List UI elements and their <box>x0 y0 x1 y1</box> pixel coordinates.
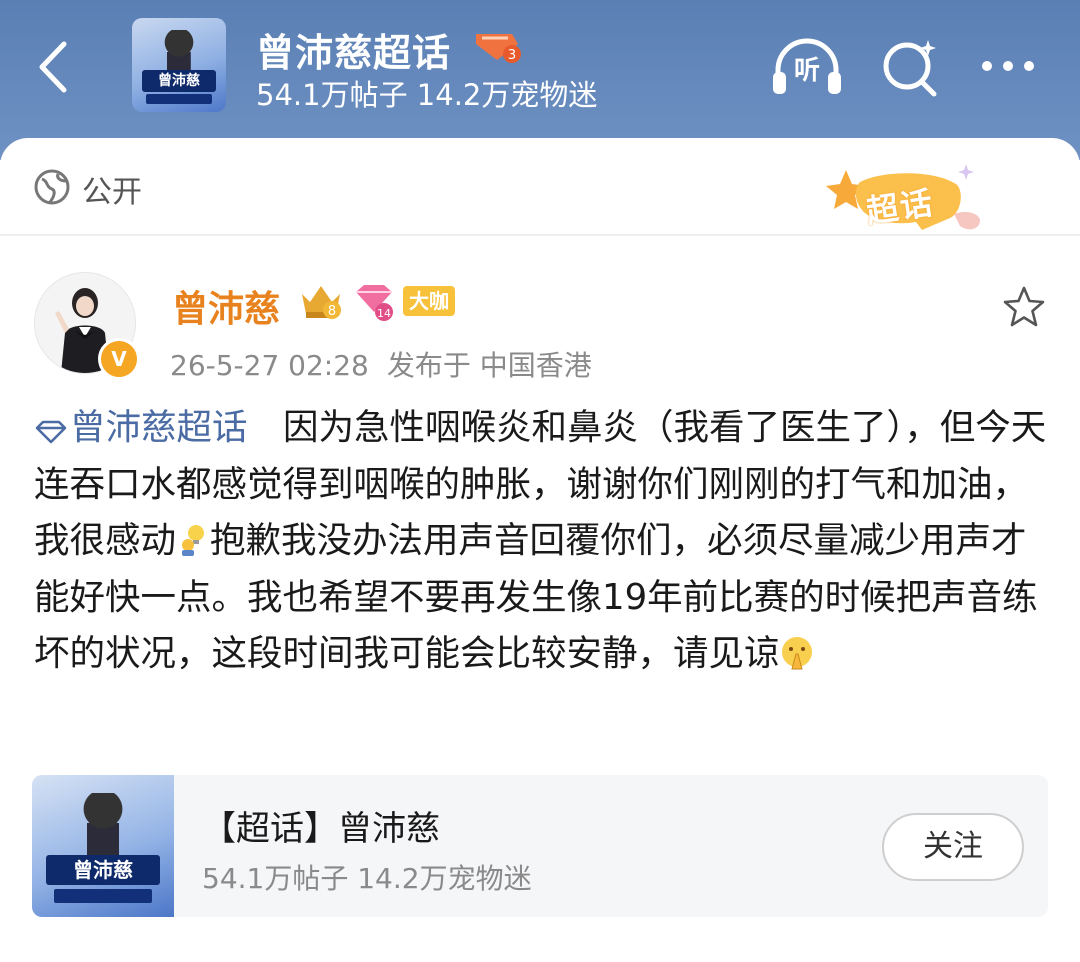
lightbulb-person-emoji-icon <box>182 525 205 556</box>
crown-level-icon[interactable]: 8 <box>298 280 344 322</box>
daka-badge[interactable]: 大咖 <box>403 286 455 316</box>
level-number: 3 <box>508 48 516 63</box>
card-title: 【超话】曾沛慈 <box>202 809 440 849</box>
post-meta: 26-5-27 02:28 发布于 中国香港 <box>170 344 592 384</box>
gem-level-icon[interactable]: 14 <box>352 282 396 322</box>
topic-link[interactable]: 曾沛慈超话 <box>34 407 248 448</box>
favorite-button[interactable] <box>1000 284 1048 332</box>
dot-icon <box>1003 61 1013 71</box>
top-bar: 曾沛慈 曾沛慈超话 3 54.1万帖子 14.2万宠物迷 听 <box>0 0 1080 160</box>
visibility-label: 公开 <box>82 175 142 210</box>
listen-button[interactable]: 听 <box>770 36 844 98</box>
more-button[interactable] <box>978 52 1038 82</box>
author-name[interactable]: 曾沛慈 <box>172 280 280 332</box>
card-cover-text: 曾沛慈 <box>46 855 160 885</box>
crown-level-number: 8 <box>328 304 336 319</box>
pray-emoji-icon <box>781 637 812 670</box>
cover-strip <box>146 94 212 104</box>
post-location: 发布于 中国香港 <box>386 349 592 382</box>
divider <box>0 234 1080 236</box>
cover-text: 曾沛慈 <box>142 70 216 92</box>
post-body: 曾沛慈超话 因为急性咽喉炎和鼻炎（我看了医生了），但今天连吞口水都感觉得到咽喉的… <box>34 400 1054 683</box>
card-cover-strip <box>54 889 152 903</box>
verified-badge: V <box>98 338 140 380</box>
back-button[interactable] <box>34 38 78 96</box>
supertopic-card[interactable]: 曾沛慈 【超话】曾沛慈 54.1万帖子 14.2万宠物迷 关注 <box>32 775 1048 917</box>
card-stats: 54.1万帖子 14.2万宠物迷 <box>202 862 532 895</box>
topic-link-label: 曾沛慈超话 <box>70 407 248 448</box>
globe-icon <box>34 169 70 205</box>
dot-icon <box>982 61 992 71</box>
search-button[interactable] <box>880 36 942 98</box>
listen-label: 听 <box>793 56 820 86</box>
page-title[interactable]: 曾沛慈超话 <box>256 22 451 77</box>
gem-level-number: 14 <box>377 307 391 320</box>
card-cover: 曾沛慈 <box>32 775 174 917</box>
search-icon <box>883 40 937 97</box>
chevron-left-icon <box>39 41 67 93</box>
post-timestamp: 26-5-27 02:28 <box>170 349 369 382</box>
sticker-text: 超话 <box>863 183 937 231</box>
dot-icon <box>1024 61 1034 71</box>
diamond-icon <box>35 420 67 444</box>
star-icon <box>1003 286 1045 327</box>
header-stats: 54.1万帖子 14.2万宠物迷 <box>256 78 598 112</box>
follow-button[interactable]: 关注 <box>882 813 1024 881</box>
supertopic-cover[interactable]: 曾沛慈 <box>132 18 226 112</box>
bottom-peek <box>34 950 214 962</box>
content-sheet: 公开 超话 V 曾沛慈 8 14 大咖 26-5-27 02:28 发布于 中国… <box>0 138 1080 960</box>
level-badge-icon: 3 <box>476 34 521 63</box>
